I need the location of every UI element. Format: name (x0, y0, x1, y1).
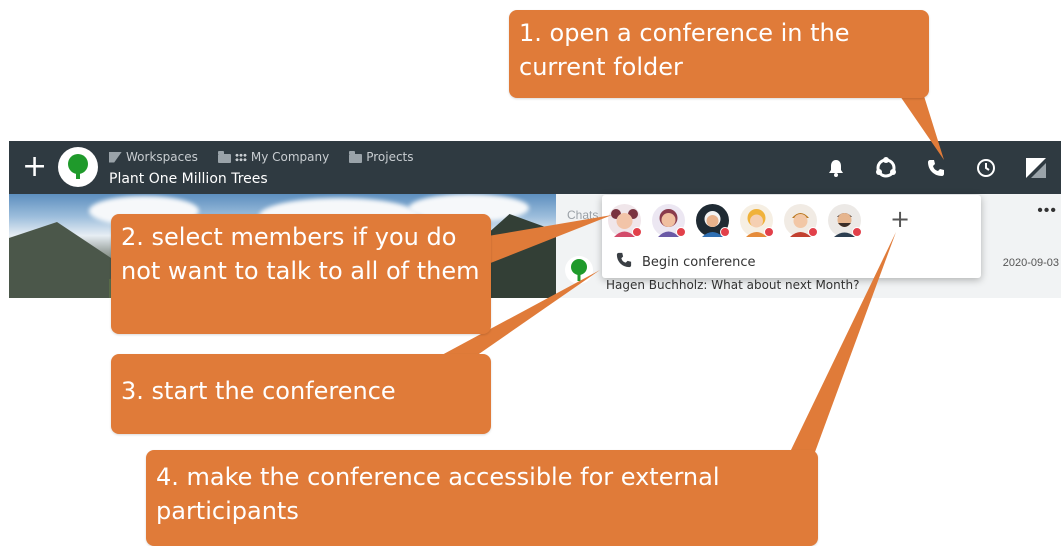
folder-icon (217, 150, 231, 163)
breadcrumb: Workspaces My Company Projects (109, 150, 414, 164)
add-member-button[interactable]: + (888, 203, 912, 235)
breadcrumb-projects[interactable]: Projects (349, 150, 414, 164)
status-offline-icon (632, 227, 642, 237)
breadcrumb-label: Workspaces (126, 150, 198, 164)
breadcrumb-label: My Company (250, 150, 330, 164)
member-avatar-6[interactable] (828, 204, 862, 237)
breadcrumb-workspaces[interactable]: Workspaces (109, 150, 198, 164)
chats-label: Chats (567, 208, 599, 222)
more-options-icon[interactable]: ••• (1037, 202, 1057, 220)
callout-external-access: 4. make the conference accessible for ex… (146, 450, 818, 546)
member-avatar-5[interactable] (784, 204, 818, 237)
app-header: + Workspaces My Company Projects Plant O… (9, 141, 1061, 194)
begin-conference-button[interactable]: Begin conference (616, 252, 756, 273)
phone-icon (616, 252, 632, 273)
member-avatar-2[interactable] (652, 204, 686, 237)
status-offline-icon (764, 227, 774, 237)
workspaces-logo-icon[interactable] (1011, 141, 1061, 194)
tree-logo-icon (565, 256, 593, 284)
clock-icon[interactable] (961, 141, 1011, 194)
status-offline-icon (808, 227, 818, 237)
status-offline-icon (676, 227, 686, 237)
breadcrumb-my-company[interactable]: My Company (217, 150, 330, 164)
tree-logo-icon[interactable] (58, 147, 98, 187)
status-offline-icon (852, 227, 862, 237)
begin-conference-label: Begin conference (642, 255, 756, 270)
member-avatar-4[interactable] (740, 204, 774, 237)
status-offline-icon (720, 227, 730, 237)
folder-icon (349, 150, 363, 163)
community-icon[interactable] (861, 141, 911, 194)
header-actions (811, 141, 1061, 194)
conference-popup: + Begin conference (602, 195, 981, 278)
callout-open-conference: 1. open a conference in the current fold… (509, 10, 929, 98)
chat-date: 2020-09-03 (1002, 257, 1059, 269)
member-avatar-3[interactable] (696, 204, 730, 237)
bell-icon[interactable] (811, 141, 861, 194)
apps-grid-icon (234, 152, 247, 162)
add-button[interactable]: + (22, 151, 47, 183)
phone-icon[interactable] (911, 141, 961, 194)
member-avatar-1[interactable] (608, 204, 642, 237)
chat-message-preview[interactable]: Hagen Buchholz: What about next Month? (606, 278, 859, 292)
callout-select-members: 2. select members if you do not want to … (111, 214, 491, 334)
workspaces-icon (109, 151, 122, 163)
member-list (608, 204, 862, 237)
page-title: Plant One Million Trees (109, 171, 268, 187)
callout-start-conference: 3. start the conference (111, 354, 491, 434)
breadcrumb-label: Projects (366, 150, 414, 164)
